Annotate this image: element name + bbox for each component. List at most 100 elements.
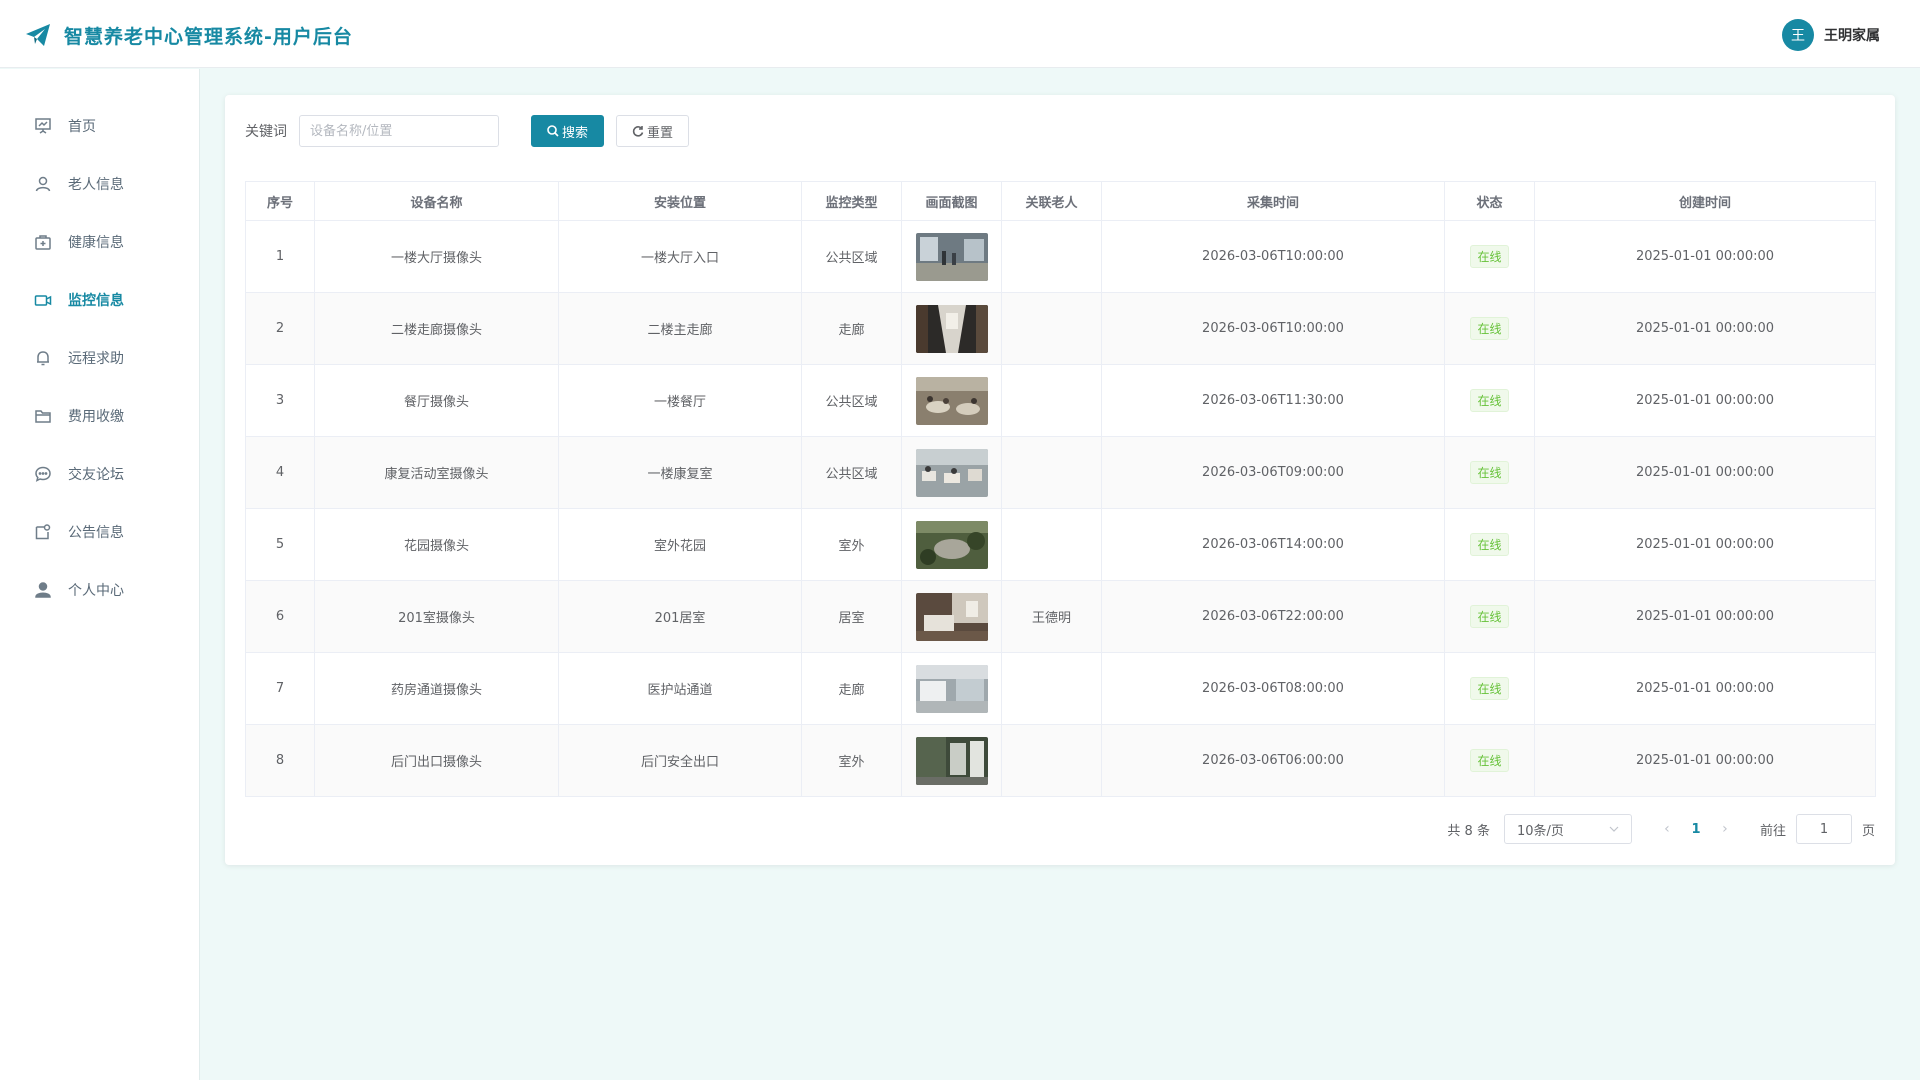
cell-status: 在线 bbox=[1444, 292, 1535, 365]
table-row[interactable]: 3 餐厅摄像头 一楼餐厅 公共区域 2026-03-06T11:30:00 在线… bbox=[245, 364, 1876, 437]
status-badge: 在线 bbox=[1470, 461, 1509, 484]
paper-plane-icon bbox=[26, 24, 50, 46]
cell-location: 一楼大厅入口 bbox=[558, 220, 802, 293]
camera-snapshot-corridor[interactable] bbox=[915, 304, 988, 353]
cell-device-name: 一楼大厅摄像头 bbox=[314, 220, 559, 293]
cell-device-name: 药房通道摄像头 bbox=[314, 652, 559, 725]
reset-button-label: 重置 bbox=[647, 125, 674, 141]
cell-location: 二楼主走廊 bbox=[558, 292, 802, 365]
sidebar-item-remote-help[interactable]: 远程求助 bbox=[0, 329, 199, 387]
table-row[interactable]: 5 花园摄像头 室外花园 室外 2026-03-06T14:00:00 在线 2… bbox=[245, 508, 1876, 581]
prev-page-button[interactable]: ‹ bbox=[1654, 821, 1680, 837]
column-header[interactable]: 画面截图 bbox=[901, 181, 1002, 221]
table-row[interactable]: 8 后门出口摄像头 后门安全出口 室外 2026-03-06T06:00:00 … bbox=[245, 724, 1876, 797]
goto-page-input[interactable] bbox=[1795, 814, 1852, 844]
table-row[interactable]: 7 药房通道摄像头 医护站通道 走廊 2026-03-06T08:00:00 在… bbox=[245, 652, 1876, 725]
cell-device-name: 201室摄像头 bbox=[314, 580, 559, 653]
cell-screenshot bbox=[901, 724, 1002, 797]
camera-snapshot-backdoor[interactable] bbox=[915, 736, 988, 785]
chevron-down-icon bbox=[1609, 826, 1619, 832]
cell-status: 在线 bbox=[1444, 436, 1535, 509]
cell-status: 在线 bbox=[1444, 508, 1535, 581]
sidebar-item-health-info[interactable]: 健康信息 bbox=[0, 213, 199, 271]
cell-elder: 王德明 bbox=[1001, 580, 1102, 653]
cell-index: 3 bbox=[245, 364, 315, 437]
cell-screenshot bbox=[901, 364, 1002, 437]
column-header[interactable]: 序号 bbox=[245, 181, 315, 221]
page-number[interactable]: 1 bbox=[1680, 822, 1712, 837]
cell-screenshot bbox=[901, 436, 1002, 509]
sidebar-item-personal-center[interactable]: 个人中心 bbox=[0, 561, 199, 619]
camera-snapshot-rehab[interactable] bbox=[915, 448, 988, 497]
keyword-input[interactable] bbox=[299, 115, 499, 147]
column-header[interactable]: 安装位置 bbox=[558, 181, 802, 221]
cell-status: 在线 bbox=[1444, 580, 1535, 653]
sidebar-item-elder-info[interactable]: 老人信息 bbox=[0, 155, 199, 213]
avatar[interactable]: 王 bbox=[1782, 19, 1814, 51]
sidebar-item-label: 公告信息 bbox=[68, 525, 124, 541]
user-name[interactable]: 王明家属 bbox=[1824, 25, 1880, 45]
cell-created: 2025-01-01 00:00:00 bbox=[1534, 652, 1876, 725]
cell-status: 在线 bbox=[1444, 652, 1535, 725]
user-menu[interactable]: 王 王明家属 bbox=[1782, 19, 1880, 51]
camera-snapshot-lobby[interactable] bbox=[915, 232, 988, 281]
table-row[interactable]: 1 一楼大厅摄像头 一楼大厅入口 公共区域 2026-03-06T10:00:0… bbox=[245, 220, 1876, 293]
search-button-label: 搜索 bbox=[562, 125, 589, 141]
cell-status: 在线 bbox=[1444, 364, 1535, 437]
cell-type: 居室 bbox=[801, 580, 902, 653]
sidebar-item-forum[interactable]: 交友论坛 bbox=[0, 445, 199, 503]
sidebar-item-monitor-info[interactable]: 监控信息 bbox=[0, 271, 199, 329]
sidebar-item-notice[interactable]: 公告信息 bbox=[0, 503, 199, 561]
table-row[interactable]: 2 二楼走廊摄像头 二楼主走廊 走廊 2026-03-06T10:00:00 在… bbox=[245, 292, 1876, 365]
column-header[interactable]: 监控类型 bbox=[801, 181, 902, 221]
column-header[interactable]: 采集时间 bbox=[1101, 181, 1445, 221]
camera-snapshot-room[interactable] bbox=[915, 592, 988, 641]
monitor-table: 序号 设备名称 安装位置 监控类型 画面截图 关联老人 采集时间 状态 创建时间… bbox=[245, 181, 1876, 797]
cell-created: 2025-01-01 00:00:00 bbox=[1534, 220, 1876, 293]
cell-capture-time: 2026-03-06T22:00:00 bbox=[1101, 580, 1445, 653]
cell-status: 在线 bbox=[1444, 724, 1535, 797]
cell-created: 2025-01-01 00:00:00 bbox=[1534, 436, 1876, 509]
chat-icon bbox=[35, 466, 51, 482]
cell-elder bbox=[1001, 724, 1102, 797]
cell-location: 医护站通道 bbox=[558, 652, 802, 725]
total-count: 共 8 条 bbox=[1447, 823, 1490, 839]
cell-capture-time: 2026-03-06T10:00:00 bbox=[1101, 220, 1445, 293]
cell-type: 室外 bbox=[801, 724, 902, 797]
camera-snapshot-dining[interactable] bbox=[915, 376, 988, 425]
status-badge: 在线 bbox=[1470, 317, 1509, 340]
cell-elder bbox=[1001, 220, 1102, 293]
cell-index: 8 bbox=[245, 724, 315, 797]
status-badge: 在线 bbox=[1470, 245, 1509, 268]
reset-button[interactable]: 重置 bbox=[616, 115, 690, 147]
folder-icon bbox=[35, 410, 51, 423]
main-card: 关键词 搜索 重置 序号 设备名称 安装位置 监控类型 画面截图 关联老人 采集… bbox=[225, 95, 1895, 865]
table-row[interactable]: 6 201室摄像头 201居室 居室 王德明 2026-03-06T22:00:… bbox=[245, 580, 1876, 653]
sidebar-item-fee-payment[interactable]: 费用收缴 bbox=[0, 387, 199, 445]
sidebar-item-label: 费用收缴 bbox=[68, 409, 124, 425]
column-header[interactable]: 设备名称 bbox=[314, 181, 559, 221]
cell-capture-time: 2026-03-06T06:00:00 bbox=[1101, 724, 1445, 797]
person-icon bbox=[35, 582, 51, 598]
camera-snapshot-pharmacy[interactable] bbox=[915, 664, 988, 713]
cell-location: 201居室 bbox=[558, 580, 802, 653]
page-size-select[interactable]: 10条/页 bbox=[1503, 814, 1632, 844]
cell-created: 2025-01-01 00:00:00 bbox=[1534, 364, 1876, 437]
cell-device-name: 餐厅摄像头 bbox=[314, 364, 559, 437]
sidebar-item-home[interactable]: 首页 bbox=[0, 97, 199, 155]
page-size-value: 10条/页 bbox=[1516, 823, 1564, 839]
sidebar-item-label: 健康信息 bbox=[68, 235, 124, 251]
search-button[interactable]: 搜索 bbox=[531, 115, 605, 147]
app-title: 智慧养老中心管理系统-用户后台 bbox=[64, 26, 353, 48]
column-header[interactable]: 关联老人 bbox=[1001, 181, 1102, 221]
camera-snapshot-garden[interactable] bbox=[915, 520, 988, 569]
sidebar-item-label: 远程求助 bbox=[68, 351, 124, 367]
status-badge: 在线 bbox=[1470, 533, 1509, 556]
cell-elder bbox=[1001, 652, 1102, 725]
table-row[interactable]: 4 康复活动室摄像头 一楼康复室 公共区域 2026-03-06T09:00:0… bbox=[245, 436, 1876, 509]
column-header[interactable]: 创建时间 bbox=[1534, 181, 1876, 221]
cell-type: 公共区域 bbox=[801, 220, 902, 293]
next-page-button[interactable]: › bbox=[1712, 821, 1738, 837]
user-icon bbox=[35, 176, 51, 192]
column-header[interactable]: 状态 bbox=[1444, 181, 1535, 221]
